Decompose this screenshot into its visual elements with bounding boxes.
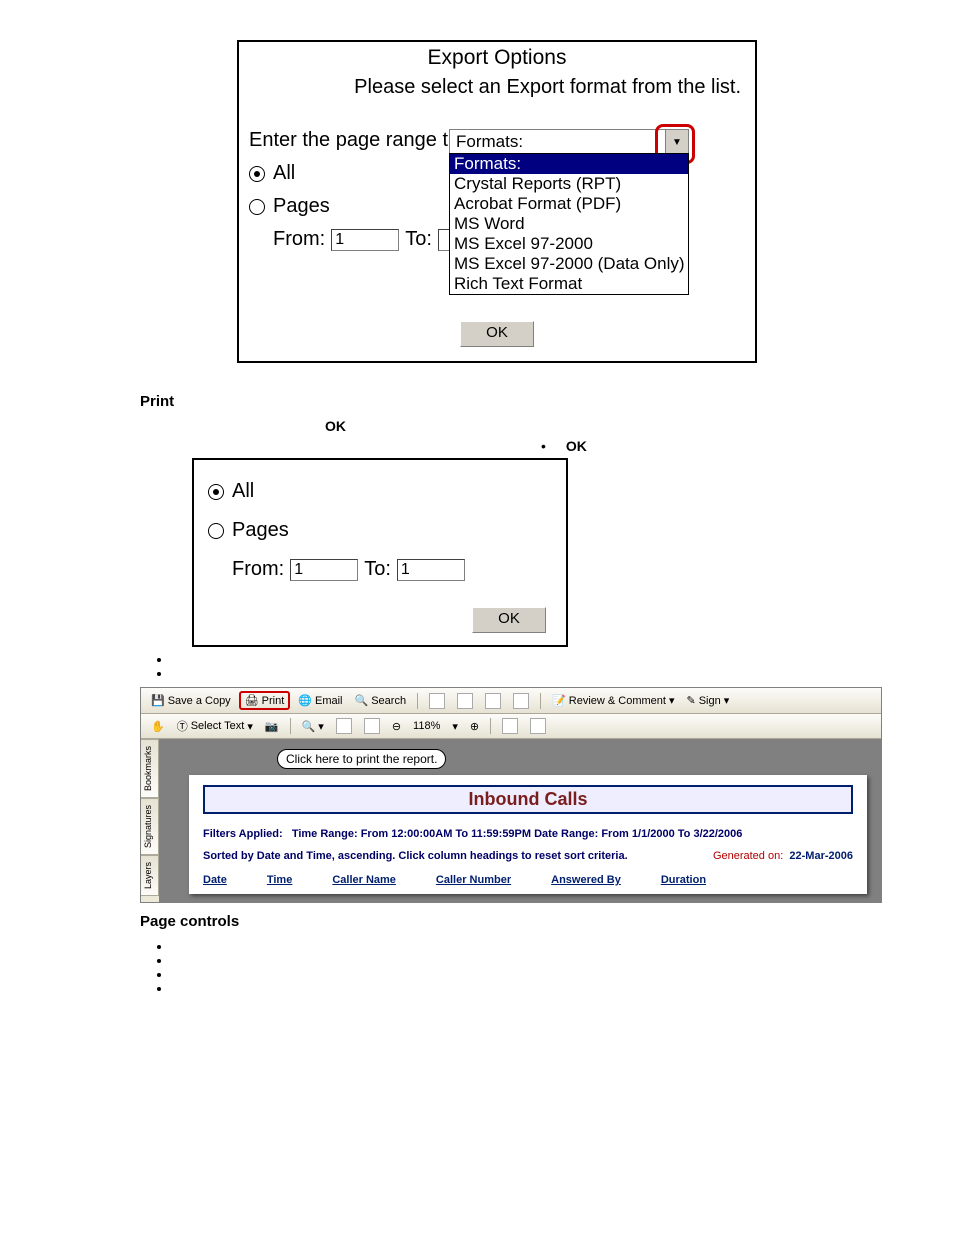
radio-all-row[interactable]: All bbox=[208, 480, 556, 503]
radio-icon[interactable] bbox=[208, 484, 224, 500]
from-label: From: bbox=[273, 228, 325, 251]
col-time[interactable]: Time bbox=[267, 874, 292, 886]
dialog-subtitle: Please select an Export format from the … bbox=[249, 76, 745, 99]
layout-icon[interactable] bbox=[498, 717, 522, 735]
page-icon[interactable] bbox=[332, 717, 356, 735]
radio-icon[interactable] bbox=[249, 166, 265, 182]
toolbar-icon[interactable] bbox=[453, 692, 477, 710]
dialog-title: Export Options bbox=[249, 46, 745, 70]
formats-combo[interactable]: Formats: ▼ Formats: Crystal Reports (RPT… bbox=[449, 129, 689, 155]
radio-all-label: All bbox=[232, 480, 254, 503]
zoom-in-icon[interactable]: ⊕ bbox=[466, 719, 483, 734]
search-button[interactable]: 🔍 Search bbox=[351, 693, 411, 708]
export-options-dialog: Export Options Please select an Export f… bbox=[237, 40, 757, 363]
snapshot-tool-icon[interactable]: 📷 bbox=[261, 719, 283, 734]
ok-text: OK bbox=[325, 418, 346, 434]
toolbar-icon[interactable] bbox=[425, 692, 449, 710]
zoom-tool-icon[interactable]: 🔍 ▾ bbox=[298, 719, 328, 734]
zoom-dropdown-icon[interactable]: ▾ bbox=[448, 719, 462, 734]
to-label: To: bbox=[364, 558, 391, 581]
list-item bbox=[172, 966, 854, 980]
side-tab-layers[interactable]: Layers bbox=[141, 855, 159, 896]
filters-row: Filters Applied: Time Range: From 12:00:… bbox=[203, 828, 853, 840]
print-dialog: All Pages From: To: OK bbox=[192, 458, 568, 647]
ok-text: OK bbox=[566, 438, 587, 454]
save-copy-button[interactable]: 💾 Save a Copy bbox=[147, 693, 235, 708]
from-input[interactable] bbox=[331, 229, 399, 251]
side-tabs: Bookmarks Signatures Layers bbox=[141, 739, 159, 902]
chevron-down-icon[interactable]: ▼ bbox=[665, 129, 689, 155]
col-caller-name[interactable]: Caller Name bbox=[332, 874, 396, 886]
col-date[interactable]: Date bbox=[203, 874, 227, 886]
radio-pages-label: Pages bbox=[273, 195, 330, 218]
sign-button[interactable]: ✎ Sign ▾ bbox=[683, 693, 734, 708]
combo-option[interactable]: Crystal Reports (RPT) bbox=[450, 174, 688, 194]
email-button[interactable]: 🌐 Email bbox=[294, 693, 346, 708]
print-tooltip: Click here to print the report. bbox=[277, 749, 446, 769]
side-tab-bookmarks[interactable]: Bookmarks bbox=[141, 739, 159, 798]
print-heading: Print bbox=[140, 393, 854, 410]
acrobat-window: 💾 Save a Copy 🖨 Print 🌐 Email 🔍 Search 📝… bbox=[140, 687, 882, 903]
list-item bbox=[172, 980, 854, 994]
combo-selected-text: Formats: bbox=[450, 130, 688, 154]
formats-dropdown-list[interactable]: Formats: Crystal Reports (RPT) Acrobat F… bbox=[449, 153, 689, 295]
to-input[interactable] bbox=[397, 559, 465, 581]
from-label: From: bbox=[232, 558, 284, 581]
radio-icon[interactable] bbox=[249, 199, 265, 215]
bullet-list bbox=[140, 651, 854, 679]
toolbar-main: 💾 Save a Copy 🖨 Print 🌐 Email 🔍 Search 📝… bbox=[141, 688, 881, 714]
select-text-button[interactable]: Ⓣ Select Text ▾ bbox=[173, 717, 257, 735]
toolbar-icon[interactable] bbox=[481, 692, 505, 710]
combo-option[interactable]: MS Excel 97-2000 (Data Only) bbox=[450, 254, 688, 274]
toolbar-secondary: ✋ Ⓣ Select Text ▾ 📷 🔍 ▾ ⊖ 118% ▾ ⊕ bbox=[141, 714, 881, 739]
list-item bbox=[172, 665, 854, 679]
radio-all-label: All bbox=[273, 162, 295, 185]
toolbar-icon[interactable] bbox=[509, 692, 533, 710]
list-item bbox=[172, 651, 854, 665]
report-title: Inbound Calls bbox=[203, 785, 853, 814]
list-item bbox=[172, 938, 854, 952]
combo-option[interactable]: MS Excel 97-2000 bbox=[450, 234, 688, 254]
to-label: To: bbox=[405, 228, 432, 251]
ok-button[interactable]: OK bbox=[472, 607, 546, 633]
page-controls-heading: Page controls bbox=[140, 913, 854, 930]
radio-icon[interactable] bbox=[208, 523, 224, 539]
col-duration[interactable]: Duration bbox=[661, 874, 706, 886]
ok-button[interactable]: OK bbox=[460, 321, 534, 347]
layout-icon[interactable] bbox=[526, 717, 550, 735]
combo-option[interactable]: MS Word bbox=[450, 214, 688, 234]
zoom-value[interactable]: 118% bbox=[409, 719, 444, 733]
bullet-list bbox=[140, 938, 854, 994]
list-item bbox=[172, 952, 854, 966]
combo-option-header[interactable]: Formats: bbox=[450, 154, 688, 174]
column-headers: Date Time Caller Name Caller Number Answ… bbox=[203, 872, 853, 888]
sort-row: Sorted by Date and Time, ascending. Clic… bbox=[203, 850, 853, 862]
combo-option[interactable]: Acrobat Format (PDF) bbox=[450, 194, 688, 214]
from-input[interactable] bbox=[290, 559, 358, 581]
page-icon[interactable] bbox=[360, 717, 384, 735]
hand-tool-icon[interactable]: ✋ bbox=[147, 719, 169, 734]
col-caller-number[interactable]: Caller Number bbox=[436, 874, 511, 886]
side-tab-signatures[interactable]: Signatures bbox=[141, 798, 159, 855]
combo-option[interactable]: Rich Text Format bbox=[450, 274, 688, 294]
review-comment-button[interactable]: 📝 Review & Comment ▾ bbox=[548, 693, 678, 708]
print-button[interactable]: 🖨 Print bbox=[239, 691, 291, 710]
report-page: Inbound Calls Filters Applied: Time Rang… bbox=[189, 775, 867, 894]
radio-pages-row[interactable]: Pages bbox=[208, 519, 556, 542]
radio-pages-label: Pages bbox=[232, 519, 289, 542]
col-answered-by[interactable]: Answered By bbox=[551, 874, 621, 886]
zoom-out-icon[interactable]: ⊖ bbox=[388, 719, 405, 734]
